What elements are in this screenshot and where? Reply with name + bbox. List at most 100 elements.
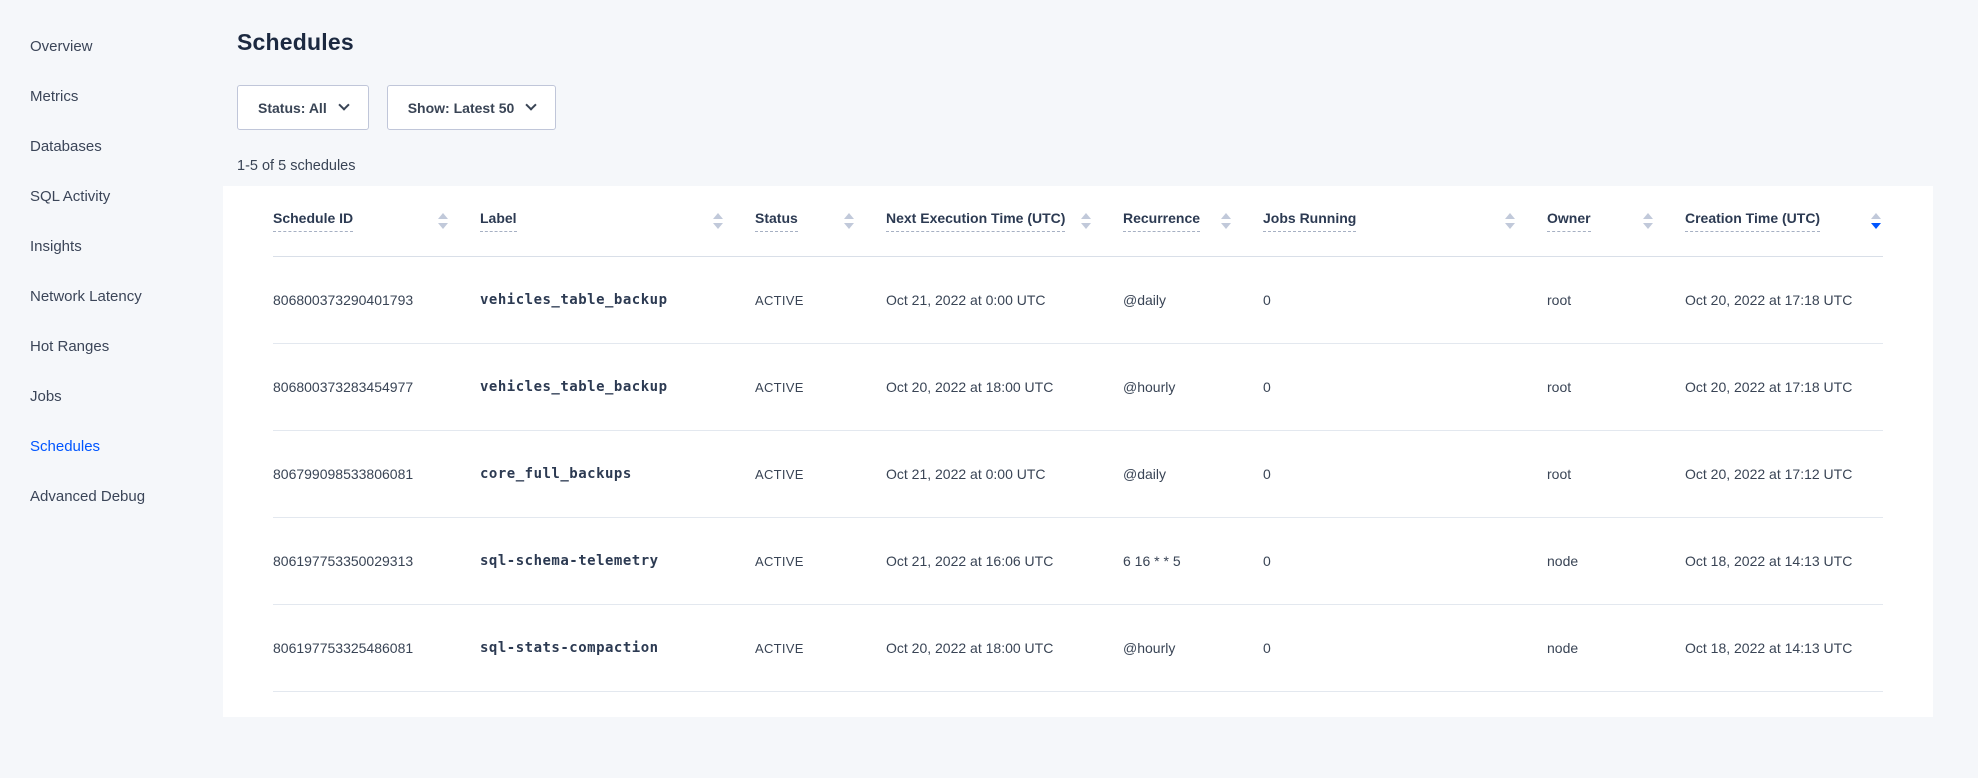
cell-label: vehicles_table_backup <box>480 379 755 395</box>
table-row-sql-stats-compaction[interactable]: 806197753325486081 sql-stats-compaction … <box>273 605 1883 692</box>
cell-owner: root <box>1547 379 1685 395</box>
triangle-down-icon <box>1221 223 1231 229</box>
sidebar-item-metrics[interactable]: Metrics <box>0 71 237 121</box>
cell-schedule-id: 806197753350029313 <box>273 553 480 569</box>
sidebar-nav-list: Overview Metrics Databases SQL Activity … <box>0 21 237 521</box>
sidebar-item-jobs[interactable]: Jobs <box>0 371 237 421</box>
status-filter-label: Status: All <box>258 100 327 116</box>
sort-icon[interactable] <box>436 211 450 231</box>
triangle-down-icon <box>844 223 854 229</box>
sidebar-item-label: Metrics <box>30 88 78 105</box>
column-header-owner[interactable]: Owner <box>1547 186 1685 256</box>
cell-jobs-running: 0 <box>1263 292 1547 308</box>
cell-creation-time: Oct 18, 2022 at 14:13 UTC <box>1685 553 1883 569</box>
column-header-jobs-running[interactable]: Jobs Running <box>1263 186 1547 256</box>
cell-recurrence: @hourly <box>1123 640 1263 656</box>
cell-jobs-running: 0 <box>1263 640 1547 656</box>
sidebar-item-network-latency[interactable]: Network Latency <box>0 271 237 321</box>
show-filter-label: Show: Latest 50 <box>408 100 515 116</box>
column-header-creation-time-utc[interactable]: Creation Time (UTC) <box>1685 186 1883 256</box>
cell-creation-time: Oct 20, 2022 at 17:12 UTC <box>1685 466 1883 482</box>
cell-owner: node <box>1547 553 1685 569</box>
sort-icon[interactable] <box>1219 211 1233 231</box>
schedules-table: Schedule ID Label Status Next Execution … <box>223 186 1933 717</box>
cell-schedule-id: 806799098533806081 <box>273 466 480 482</box>
sidebar-item-databases[interactable]: Databases <box>0 121 237 171</box>
cell-recurrence: @daily <box>1123 292 1263 308</box>
triangle-down-icon <box>713 223 723 229</box>
sidebar-item-overview[interactable]: Overview <box>0 21 237 71</box>
main-content: Schedules Status: All Show: Latest 50 1-… <box>237 0 1978 717</box>
triangle-down-icon <box>1871 223 1881 229</box>
table-row-sql-schema-telemetry[interactable]: 806197753350029313 sql-schema-telemetry … <box>273 518 1883 605</box>
triangle-down-icon <box>438 223 448 229</box>
column-header-label: Next Execution Time (UTC) <box>886 210 1065 232</box>
cell-label: sql-schema-telemetry <box>480 553 755 569</box>
cell-next-execution-time: Oct 20, 2022 at 18:00 UTC <box>886 379 1123 395</box>
sort-icon[interactable] <box>842 211 856 231</box>
cell-status: ACTIVE <box>755 293 886 308</box>
sidebar-item-sql-activity[interactable]: SQL Activity <box>0 171 237 221</box>
table-row-core-full-backups[interactable]: 806799098533806081 core_full_backups ACT… <box>273 431 1883 518</box>
triangle-up-icon <box>1643 213 1653 219</box>
cell-next-execution-time: Oct 21, 2022 at 0:00 UTC <box>886 466 1123 482</box>
sort-icon[interactable] <box>1641 211 1655 231</box>
column-header-next-execution-time-utc[interactable]: Next Execution Time (UTC) <box>886 186 1123 256</box>
chevron-down-icon <box>338 99 349 110</box>
sidebar: Overview Metrics Databases SQL Activity … <box>0 0 237 521</box>
triangle-down-icon <box>1505 223 1515 229</box>
table-body: 806800373290401793 vehicles_table_backup… <box>273 257 1883 692</box>
column-header-status[interactable]: Status <box>755 186 886 256</box>
column-header-schedule-id[interactable]: Schedule ID <box>273 186 480 256</box>
cell-jobs-running: 0 <box>1263 379 1547 395</box>
cell-owner: root <box>1547 466 1685 482</box>
status-filter-dropdown[interactable]: Status: All <box>237 85 369 130</box>
cell-label: sql-stats-compaction <box>480 640 755 656</box>
table-row-vehicles-table-backup[interactable]: 806800373290401793 vehicles_table_backup… <box>273 257 1883 344</box>
triangle-up-icon <box>1221 213 1231 219</box>
triangle-up-icon <box>1081 213 1091 219</box>
table-row-vehicles-table-backup[interactable]: 806800373283454977 vehicles_table_backup… <box>273 344 1883 431</box>
triangle-down-icon <box>1081 223 1091 229</box>
cell-owner: node <box>1547 640 1685 656</box>
table-header-row: Schedule ID Label Status Next Execution … <box>273 186 1883 257</box>
column-header-recurrence[interactable]: Recurrence <box>1123 186 1263 256</box>
sidebar-item-label: Jobs <box>30 388 62 405</box>
cell-status: ACTIVE <box>755 380 886 395</box>
column-header-label: Label <box>480 210 517 232</box>
sidebar-item-hot-ranges[interactable]: Hot Ranges <box>0 321 237 371</box>
sort-icon[interactable] <box>1079 211 1093 231</box>
cell-next-execution-time: Oct 21, 2022 at 0:00 UTC <box>886 292 1123 308</box>
cell-creation-time: Oct 20, 2022 at 17:18 UTC <box>1685 292 1883 308</box>
cell-label: core_full_backups <box>480 466 755 482</box>
sidebar-item-label: Overview <box>30 38 93 55</box>
cell-next-execution-time: Oct 20, 2022 at 18:00 UTC <box>886 640 1123 656</box>
cell-label: vehicles_table_backup <box>480 292 755 308</box>
column-header-label: Status <box>755 210 798 232</box>
sidebar-item-insights[interactable]: Insights <box>0 221 237 271</box>
sort-icon[interactable] <box>711 211 725 231</box>
column-header-label: Creation Time (UTC) <box>1685 210 1820 232</box>
show-filter-dropdown[interactable]: Show: Latest 50 <box>387 85 557 130</box>
sidebar-item-label: Schedules <box>30 438 100 455</box>
sort-icon[interactable] <box>1503 211 1517 231</box>
sidebar-item-label: Databases <box>30 138 102 155</box>
triangle-down-icon <box>1643 223 1653 229</box>
triangle-up-icon <box>1505 213 1515 219</box>
triangle-up-icon <box>844 213 854 219</box>
sidebar-item-label: Hot Ranges <box>30 338 109 355</box>
cell-creation-time: Oct 18, 2022 at 14:13 UTC <box>1685 640 1883 656</box>
sidebar-item-schedules[interactable]: Schedules <box>0 421 237 471</box>
triangle-up-icon <box>713 213 723 219</box>
sidebar-item-advanced-debug[interactable]: Advanced Debug <box>0 471 237 521</box>
sort-icon[interactable] <box>1869 211 1883 231</box>
cell-schedule-id: 806197753325486081 <box>273 640 480 656</box>
cell-schedule-id: 806800373290401793 <box>273 292 480 308</box>
results-count: 1-5 of 5 schedules <box>237 158 1978 174</box>
sidebar-item-label: Advanced Debug <box>30 488 145 505</box>
cell-schedule-id: 806800373283454977 <box>273 379 480 395</box>
sidebar-item-label: Network Latency <box>30 288 142 305</box>
cell-jobs-running: 0 <box>1263 466 1547 482</box>
cell-jobs-running: 0 <box>1263 553 1547 569</box>
column-header-label[interactable]: Label <box>480 186 755 256</box>
